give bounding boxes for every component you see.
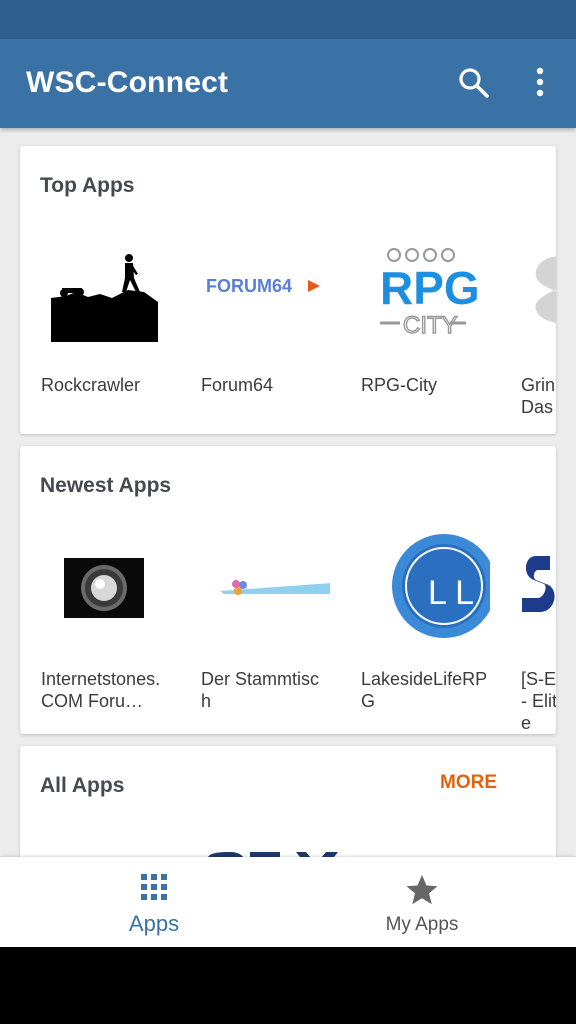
svg-text:RPG: RPG <box>380 262 480 314</box>
app-label: Der Stammtisch <box>201 669 320 711</box>
lakesidelife-logo: L L <box>392 534 490 638</box>
rockcrawler-logo <box>51 254 158 342</box>
nav-item-apps[interactable]: Apps <box>10 857 298 947</box>
bottom-nav: Apps My Apps <box>0 857 576 947</box>
app-label: Grin Das <box>521 375 556 417</box>
internetstones-logo <box>64 558 144 618</box>
app-label: RPG-City <box>361 375 437 395</box>
more-button[interactable]: MORE <box>440 772 497 794</box>
app-tile-lakesidelife[interactable]: L L LakesideLifeRPG <box>340 528 490 728</box>
nav-item-my-apps[interactable]: My Apps <box>278 857 566 947</box>
nav-label-my-apps: My Apps <box>385 914 459 935</box>
app-label: Internetstones.COM Foru… <box>41 669 161 711</box>
star-icon <box>406 875 438 905</box>
search-icon[interactable] <box>456 65 492 101</box>
newest-apps-title: Newest Apps <box>40 474 172 497</box>
nav-label-apps: Apps <box>128 911 180 936</box>
app-label: [S-E- Elite <box>521 669 556 733</box>
grin-logo <box>535 256 556 324</box>
app-tile-rockcrawler[interactable]: Rockcrawler <box>20 234 170 434</box>
more-vert-icon[interactable] <box>524 65 556 101</box>
app-tile-forum64[interactable]: FORUM64 Forum64 <box>180 234 330 434</box>
stammtisch-logo <box>220 580 330 595</box>
all-apps-title: All Apps <box>40 774 125 797</box>
system-nav-bar <box>0 947 576 1024</box>
svg-text:L L: L L <box>428 574 474 612</box>
app-label: Forum64 <box>201 375 274 395</box>
app-tile-grin[interactable]: Grin Das <box>500 234 556 434</box>
apps-grid-icon <box>141 874 167 900</box>
app-tile-se-elite[interactable]: [S-E- Elite <box>500 528 556 733</box>
forum64-logo: FORUM64 <box>204 276 322 296</box>
app-label: LakesideLifeRPG <box>361 669 488 711</box>
app-label: Rockcrawler <box>41 375 141 395</box>
top-apps-card: Top Apps Rockcrawler FORUM64 Forum64 RPG <box>20 146 556 434</box>
status-bar <box>0 0 576 39</box>
se-elite-logo <box>522 556 555 612</box>
rpg-city-logo: RPG CITY <box>380 248 480 340</box>
svg-text:CITY: CITY <box>403 312 458 339</box>
newest-apps-card: Newest Apps Internetstones.COM Foru… Der… <box>20 446 556 734</box>
app-tile-rpg-city[interactable]: RPG CITY RPG-City <box>340 234 490 434</box>
svg-text:FORUM64: FORUM64 <box>206 276 292 296</box>
top-apps-title: Top Apps <box>40 174 135 197</box>
app-tile-stammtisch[interactable]: Der Stammtisch <box>180 528 330 728</box>
app-bar: WSC-Connect <box>0 39 576 128</box>
app-tile-internetstones[interactable]: Internetstones.COM Foru… <box>20 528 170 728</box>
app-title: WSC-Connect <box>26 66 229 99</box>
